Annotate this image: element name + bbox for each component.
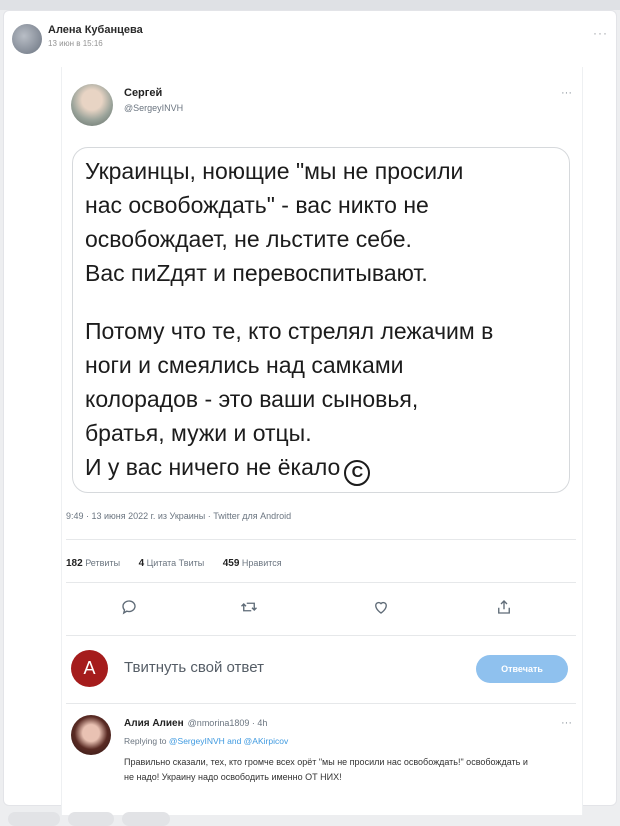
post-date[interactable]: 13 июн в 15:16 bbox=[48, 39, 103, 48]
reply-author-avatar bbox=[71, 715, 111, 755]
reply-text: Правильно сказали, тех, кто громче всех … bbox=[124, 757, 528, 782]
replying-to: Replying to @SergeyINVH and @AKirpicov bbox=[124, 736, 289, 746]
share-chip[interactable] bbox=[122, 812, 170, 826]
browser-top-strip bbox=[0, 0, 620, 10]
tweet-stats: 182 Ретвиты 4 Цитата Твиты 459 Нравится bbox=[66, 558, 298, 569]
like-icon bbox=[366, 594, 396, 620]
reply-handle-time: @nmorina1809 · 4h bbox=[187, 718, 268, 728]
tweet-menu-icon: ··· bbox=[561, 87, 572, 99]
quote-paragraph-2: Потому что те, кто стрелял лежачим в ног… bbox=[85, 314, 559, 486]
quote-image: Украинцы, ноющие "мы не просили нас осво… bbox=[72, 147, 570, 493]
reply-author-name: Алия Алиен bbox=[124, 718, 184, 729]
share-icon bbox=[489, 594, 519, 620]
copyright-icon: C bbox=[344, 460, 371, 486]
quote-paragraph-2-text: Потому что те, кто стрелял лежачим в ног… bbox=[85, 318, 494, 480]
feed-post: Алена Кубанцева 13 июн в 15:16 ··· Серге… bbox=[3, 10, 617, 815]
author-name[interactable]: Алена Кубанцева bbox=[48, 24, 143, 36]
stat-likes: 459 Нравится bbox=[222, 558, 282, 569]
tweet-author-avatar bbox=[71, 84, 113, 126]
reply-menu-icon: ··· bbox=[561, 717, 572, 729]
stat-quotes: 4 Цитата Твиты bbox=[138, 558, 205, 569]
divider bbox=[66, 635, 576, 636]
divider bbox=[66, 703, 576, 704]
tweet-meta: 9:49 · 13 июня 2022 г. из Украины · Twit… bbox=[66, 511, 292, 521]
quote-paragraph-1: Украинцы, ноющие "мы не просили нас осво… bbox=[85, 158, 464, 286]
retweet-icon bbox=[234, 594, 264, 620]
tweet-screenshot: Сергей @SergeyINVH ··· Украинцы, ноющие … bbox=[61, 67, 583, 815]
my-avatar: A bbox=[71, 650, 108, 687]
reply-icon bbox=[114, 594, 144, 620]
divider bbox=[66, 582, 576, 583]
reply-header: Алия Алиен @nmorina1809 · 4h bbox=[124, 718, 267, 729]
tweet-actions bbox=[62, 594, 582, 624]
reply-button: Отвечать bbox=[476, 655, 568, 683]
bottom-action-chips bbox=[0, 812, 620, 826]
reply-input-placeholder: Твитнуть свой ответ bbox=[124, 659, 264, 676]
tweet-author-name: Сергей bbox=[124, 87, 163, 99]
comment-chip[interactable] bbox=[68, 812, 114, 826]
divider bbox=[66, 539, 576, 540]
replying-to-links: @SergeyINVH and @AKirpicov bbox=[168, 736, 289, 746]
like-chip[interactable] bbox=[8, 812, 60, 826]
author-avatar[interactable] bbox=[12, 24, 42, 54]
post-menu-icon[interactable]: ··· bbox=[593, 26, 608, 40]
stat-retweets: 182 Ретвиты bbox=[66, 558, 121, 569]
tweet-author-handle: @SergeyINVH bbox=[124, 103, 184, 113]
